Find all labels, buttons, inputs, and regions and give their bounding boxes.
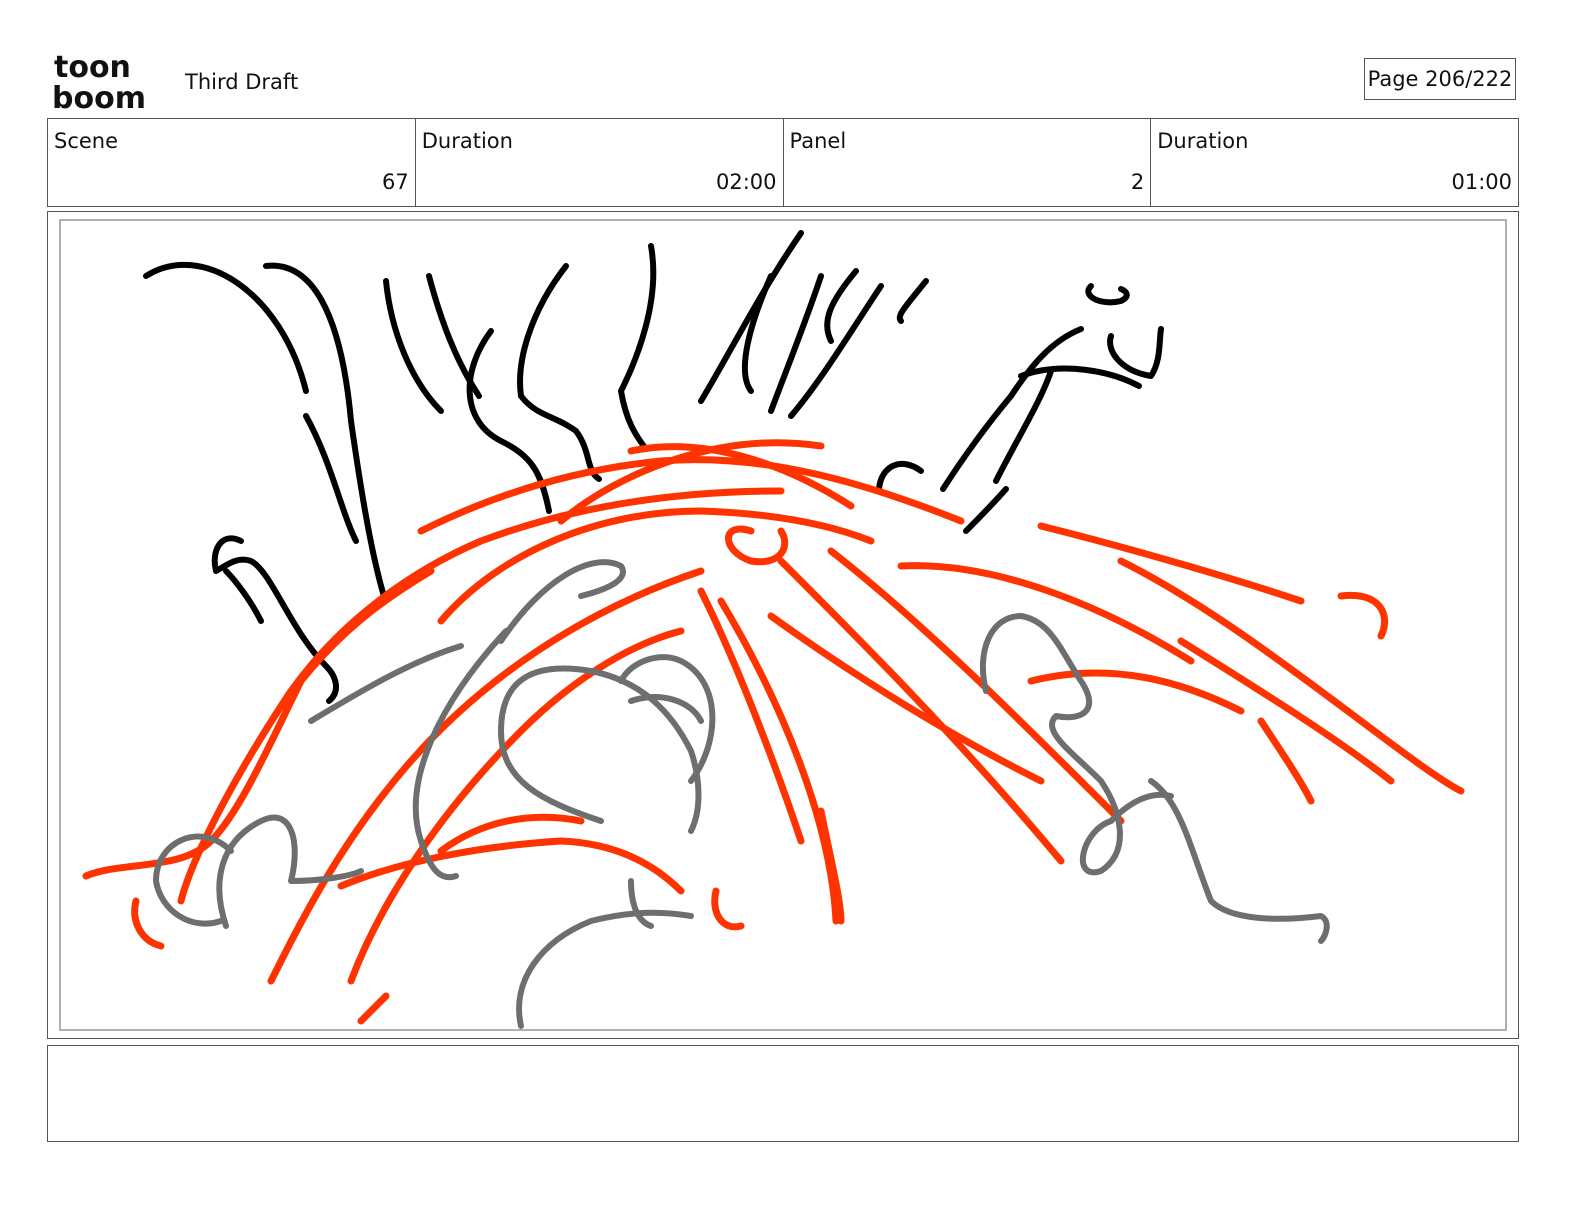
red-strokes	[82, 439, 1465, 1025]
panel-duration-cell: Duration 01:00	[1151, 119, 1518, 206]
panel-image-area	[59, 219, 1507, 1031]
panel-notes	[47, 1045, 1519, 1142]
scene-duration-value: 02:00	[715, 170, 777, 194]
scene-duration-cell: Duration 02:00	[416, 119, 784, 206]
panel-cell: Panel 2	[784, 119, 1152, 206]
info-bar: Scene 67 Duration 02:00 Panel 2 Duration…	[47, 118, 1519, 207]
sketch-drawing	[82, 230, 1465, 1029]
scene-value: 67	[382, 170, 409, 194]
panel-duration-label: Duration	[1157, 129, 1249, 153]
logo-text-top: toon	[54, 50, 131, 85]
scene-duration-label: Duration	[421, 129, 513, 153]
panel-value: 2	[1130, 170, 1145, 194]
panel-duration-value: 01:00	[1451, 170, 1512, 194]
page-number: Page 206/222	[1364, 58, 1516, 100]
toon-boom-logo: toon boom	[52, 50, 164, 112]
panel-frame	[47, 211, 1519, 1039]
draft-title: Third Draft	[185, 70, 299, 94]
scene-label: Scene	[54, 129, 119, 153]
scene-cell: Scene 67	[48, 119, 416, 206]
logo-text-bottom: boom	[52, 81, 146, 112]
panel-label: Panel	[789, 129, 847, 153]
